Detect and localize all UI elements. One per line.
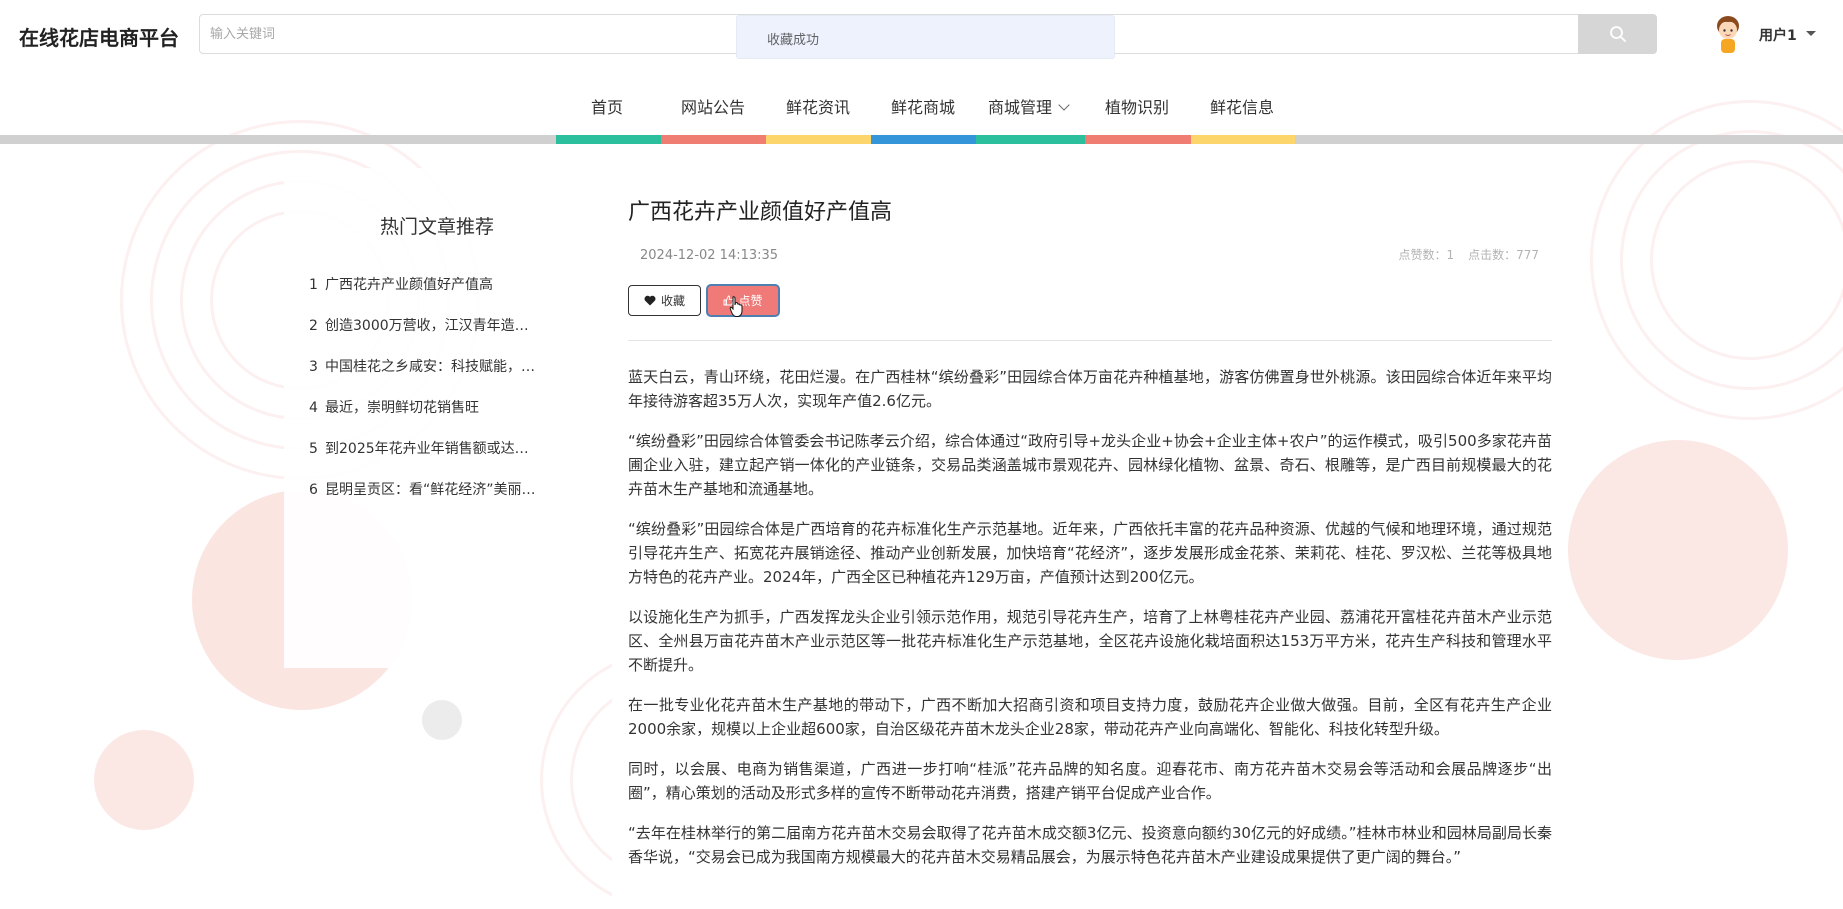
user-menu-name[interactable]: 用户1 — [1759, 25, 1797, 45]
bg-ring — [1620, 130, 1843, 390]
list-item[interactable]: 5 到2025年花卉业年销售额或达… — [309, 438, 579, 479]
list-item-number: 5 — [309, 441, 318, 457]
list-item-title: 昆明呈贡区：看“鲜花经济”美丽… — [325, 482, 536, 498]
article-stats: 点赞数：1 点击数：777 — [1384, 246, 1539, 263]
divider — [628, 340, 1552, 341]
bg-ring — [1650, 160, 1843, 360]
list-item-number: 2 — [309, 318, 318, 334]
list-item-number: 1 — [309, 277, 318, 293]
nav-item-mall-management-label: 商城管理 — [988, 98, 1053, 117]
bg-circle — [1568, 440, 1788, 660]
hot-articles-sidebar: 热门文章推荐 1 广西花卉产业颜值好产值高 2 创造3000万营收，江汉青年造… 3… — [284, 168, 590, 668]
hot-articles-list: 1 广西花卉产业颜值好产值高 2 创造3000万营收，江汉青年造… 3 中国桂花之乡咸… — [309, 274, 579, 520]
list-item-title: 最近，崇明鲜切花销售旺 — [325, 400, 479, 416]
nav-color-segment — [556, 135, 661, 144]
list-item[interactable]: 1 广西花卉产业颜值好产值高 — [309, 274, 579, 315]
avatar[interactable] — [1712, 12, 1744, 54]
list-item-title: 中国桂花之乡咸安：科技赋能，… — [325, 359, 535, 375]
click-count: 点击数：777 — [1468, 248, 1539, 262]
toast-message: 收藏成功 — [736, 15, 1115, 59]
list-item-number: 6 — [309, 482, 318, 498]
article-title: 广西花卉产业颜值好产值高 — [628, 200, 893, 225]
article-paragraph: “缤纷叠彩”田园综合体管委会书记陈孝云介绍，综合体通过“政府引导+龙头企业+协会… — [628, 432, 1552, 498]
nav-color-segment — [766, 135, 871, 144]
site-logo-text[interactable]: 在线花店电商平台 — [19, 22, 179, 51]
list-item-title: 到2025年花卉业年销售额或达… — [325, 441, 529, 457]
article-paragraph: “缤纷叠彩”田园综合体是广西培育的花卉标准化生产示范基地。近年来，广西依托丰富的… — [628, 520, 1552, 586]
nav-item-mall-management[interactable]: 商城管理 — [988, 94, 1070, 118]
search-button[interactable] — [1578, 14, 1657, 54]
nav-item-home[interactable]: 首页 — [591, 94, 623, 118]
list-item[interactable]: 3 中国桂花之乡咸安：科技赋能，… — [309, 356, 579, 397]
pointer-cursor-icon — [729, 296, 743, 317]
nav-item-flower-info[interactable]: 鲜花信息 — [1210, 94, 1274, 118]
bg-circle — [94, 730, 194, 830]
list-item-number: 3 — [309, 359, 318, 375]
sidebar-title: 热门文章推荐 — [379, 216, 494, 238]
nav-color-segment — [1085, 135, 1191, 144]
list-item-number: 4 — [309, 400, 318, 416]
nav-item-announcements[interactable]: 网站公告 — [681, 94, 745, 118]
list-item-title: 创造3000万营收，江汉青年造… — [325, 318, 529, 334]
article-paragraph: “去年在桂林举行的第二届南方花卉苗木交易会取得了花卉苗木成交额3亿元、投资意向额… — [628, 824, 1552, 866]
nav-item-plant-recognition[interactable]: 植物识别 — [1105, 94, 1169, 118]
nav-color-segment — [1191, 135, 1295, 144]
chevron-down-icon[interactable] — [1806, 31, 1816, 36]
article-body: 蓝天白云，青山环绕，花田烂漫。在广西桂林“缤纷叠彩”田园综合体万亩花卉种植基地，… — [628, 365, 1552, 885]
list-item-title: 广西花卉产业颜值好产值高 — [325, 277, 493, 293]
nav-color-segment — [871, 135, 976, 144]
nav-item-flower-mall[interactable]: 鲜花商城 — [891, 94, 955, 118]
nav-color-segment — [661, 135, 766, 144]
like-count: 点赞数：1 — [1398, 248, 1455, 262]
nav-item-flower-news[interactable]: 鲜花资讯 — [786, 94, 850, 118]
bg-ring — [1590, 100, 1843, 420]
list-item[interactable]: 2 创造3000万营收，江汉青年造… — [309, 315, 579, 356]
list-item[interactable]: 6 昆明呈贡区：看“鲜花经济”美丽… — [309, 479, 579, 520]
heart-icon — [644, 295, 656, 306]
article-panel: 广西花卉产业颜值好产值高 2024-12-02 14:13:35 点赞数：1 点击… — [612, 168, 1567, 909]
favorite-button-label: 收藏 — [660, 294, 685, 308]
bg-circle — [422, 700, 462, 740]
article-paragraph: 同时，以会展、电商为销售渠道，广西进一步打响“桂派”花卉品牌的知名度。迎春花市、… — [628, 760, 1552, 802]
list-item[interactable]: 4 最近，崇明鲜切花销售旺 — [309, 397, 579, 438]
search-icon — [1609, 26, 1626, 42]
article-paragraph: 蓝天白云，青山环绕，花田烂漫。在广西桂林“缤纷叠彩”田园综合体万亩花卉种植基地，… — [628, 368, 1552, 410]
article-date: 2024-12-02 14:13:35 — [640, 248, 779, 263]
chevron-down-icon — [1058, 99, 1070, 111]
article-paragraph: 在一批专业化花卉苗木生产基地的带动下，广西不断加大招商引资和项目支持力度，鼓励花… — [628, 696, 1552, 738]
favorite-button[interactable]: 收藏 — [628, 285, 701, 316]
nav-color-segment — [976, 135, 1085, 144]
article-paragraph: 以设施化生产为抓手，广西发挥龙头企业引领示范作用，规范引导花卉生产，培育了上林粤… — [628, 608, 1552, 674]
